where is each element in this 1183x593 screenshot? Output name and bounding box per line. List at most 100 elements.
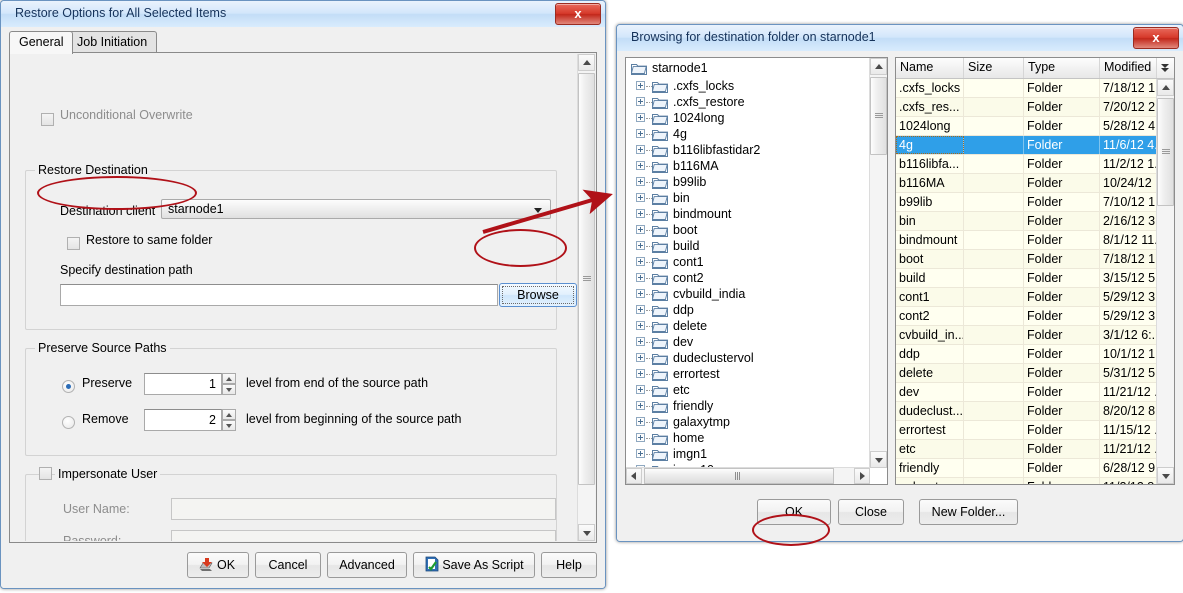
table-row[interactable]: binFolder2/16/12 3... (896, 212, 1157, 231)
save-as-script-button[interactable]: Save As Script (413, 552, 535, 578)
table-row[interactable]: cont2Folder5/29/12 3... (896, 307, 1157, 326)
table-row[interactable]: bootFolder7/18/12 1... (896, 250, 1157, 269)
tree-item[interactable]: 4g (626, 126, 870, 142)
scroll-up-button[interactable] (870, 58, 887, 75)
scroll-up-button[interactable] (1157, 79, 1174, 96)
table-row[interactable]: b116MAFolder10/24/12 ... (896, 174, 1157, 193)
expand-icon[interactable] (636, 241, 645, 250)
impersonate-user-checkbox[interactable] (39, 467, 52, 480)
table-row[interactable]: .cxfs_locksFolder7/18/12 1... (896, 79, 1157, 98)
expand-icon[interactable] (636, 129, 645, 138)
stepper-up-icon[interactable] (222, 409, 236, 420)
table-row[interactable]: etcFolder11/21/12 ... (896, 440, 1157, 459)
expand-icon[interactable] (636, 97, 645, 106)
expand-icon[interactable] (636, 209, 645, 218)
tree-item[interactable]: imgn1 (626, 446, 870, 462)
expand-icon[interactable] (636, 417, 645, 426)
close-button[interactable]: x (1133, 27, 1179, 49)
tree-item[interactable]: etc (626, 382, 870, 398)
table-row[interactable]: devFolder11/21/12 ... (896, 383, 1157, 402)
remove-level-input[interactable]: 2 (144, 409, 222, 431)
tab-general[interactable]: General (9, 31, 73, 54)
table-row[interactable]: cont1Folder5/29/12 3... (896, 288, 1157, 307)
table-row[interactable]: errortestFolder11/15/12 ... (896, 421, 1157, 440)
ok-button[interactable]: OK (187, 552, 249, 578)
column-header[interactable]: Type (1024, 58, 1100, 78)
tree-item[interactable]: cvbuild_india (626, 286, 870, 302)
close-button[interactable]: x (555, 3, 601, 25)
expand-icon[interactable] (636, 113, 645, 122)
tree-item[interactable]: galaxytmp (626, 414, 870, 430)
restore-dialog-titlebar[interactable]: Restore Options for All Selected Items x (1, 1, 605, 27)
table-row[interactable]: .cxfs_res...Folder7/20/12 2... (896, 98, 1157, 117)
browse-button[interactable]: Browse (499, 283, 577, 307)
table-row[interactable]: buildFolder3/15/12 5... (896, 269, 1157, 288)
table-row[interactable]: 4gFolder11/6/12 4... (896, 136, 1157, 155)
tree-item[interactable]: dev (626, 334, 870, 350)
tree-item[interactable]: cont2 (626, 270, 870, 286)
tree-item[interactable]: 1024long (626, 110, 870, 126)
tab-job-initiation[interactable]: Job Initiation (67, 31, 157, 53)
expand-icon[interactable] (636, 273, 645, 282)
scroll-down-button[interactable] (578, 524, 595, 541)
expand-icon[interactable] (636, 193, 645, 202)
file-list-body[interactable]: .cxfs_locksFolder7/18/12 1....cxfs_res..… (896, 79, 1157, 484)
advanced-button[interactable]: Advanced (327, 552, 407, 578)
scroll-up-button[interactable] (578, 54, 595, 71)
tree-item[interactable]: .cxfs_restore (626, 94, 870, 110)
tree-item[interactable]: b116libfastidar2 (626, 142, 870, 158)
close-button-bottom[interactable]: Close (838, 499, 904, 525)
tree-item[interactable]: dudeclustervol (626, 350, 870, 366)
expand-icon[interactable] (636, 321, 645, 330)
expand-icon[interactable] (636, 305, 645, 314)
restore-to-same-folder-checkbox[interactable] (67, 237, 80, 250)
help-button[interactable]: Help (541, 552, 597, 578)
expand-icon[interactable] (636, 145, 645, 154)
browse-dialog-titlebar[interactable]: Browsing for destination folder on starn… (617, 25, 1183, 51)
destination-path-input[interactable] (60, 284, 498, 306)
folder-tree-panel[interactable]: starnode1.cxfs_locks.cxfs_restore1024lon… (625, 57, 888, 485)
expand-icon[interactable] (636, 385, 645, 394)
scroll-right-button[interactable] (854, 468, 870, 484)
password-input[interactable] (171, 530, 556, 541)
table-row[interactable]: b116libfa...Folder11/2/12 1... (896, 155, 1157, 174)
tree-item[interactable]: .cxfs_locks (626, 78, 870, 94)
expand-icon[interactable] (636, 353, 645, 362)
scroll-down-button[interactable] (870, 451, 887, 468)
unconditional-overwrite-checkbox[interactable] (41, 113, 54, 126)
table-row[interactable]: dudeclust...Folder8/20/12 8... (896, 402, 1157, 421)
scrollbar-thumb[interactable] (1157, 98, 1174, 206)
stepper-up-icon[interactable] (222, 373, 236, 384)
expand-icon[interactable] (636, 225, 645, 234)
remove-radio[interactable] (62, 416, 75, 429)
folder-tree[interactable]: starnode1.cxfs_locks.cxfs_restore1024lon… (626, 58, 870, 468)
scroll-left-button[interactable] (626, 468, 642, 484)
destination-client-combobox[interactable]: starnode1 (161, 199, 551, 219)
tree-vertical-scrollbar[interactable] (869, 58, 887, 468)
expand-icon[interactable] (636, 337, 645, 346)
general-pane-scrollbar[interactable] (577, 54, 595, 541)
tree-horizontal-scrollbar[interactable] (626, 467, 870, 484)
list-vertical-scrollbar[interactable] (1156, 79, 1174, 484)
stepper-down-icon[interactable] (222, 384, 236, 395)
tree-item[interactable]: bindmount (626, 206, 870, 222)
column-header[interactable]: Size (964, 58, 1024, 78)
preserve-radio[interactable] (62, 380, 75, 393)
table-row[interactable]: bindmountFolder8/1/12 11... (896, 231, 1157, 250)
column-header[interactable]: Name (896, 58, 964, 78)
expand-icon[interactable] (636, 289, 645, 298)
expand-icon[interactable] (636, 177, 645, 186)
scrollbar-thumb[interactable] (870, 77, 887, 155)
remove-level-stepper[interactable] (222, 409, 236, 431)
expand-icon[interactable] (636, 369, 645, 378)
scrollbar-thumb[interactable] (578, 73, 595, 485)
tree-item[interactable]: delete (626, 318, 870, 334)
preserve-level-input[interactable]: 1 (144, 373, 222, 395)
hscrollbar-thumb[interactable] (644, 468, 834, 484)
tree-item[interactable]: cont1 (626, 254, 870, 270)
new-folder-button[interactable]: New Folder... (919, 499, 1018, 525)
user-name-input[interactable] (171, 498, 556, 520)
expand-icon[interactable] (636, 433, 645, 442)
preserve-level-stepper[interactable] (222, 373, 236, 395)
tree-item[interactable]: build (626, 238, 870, 254)
